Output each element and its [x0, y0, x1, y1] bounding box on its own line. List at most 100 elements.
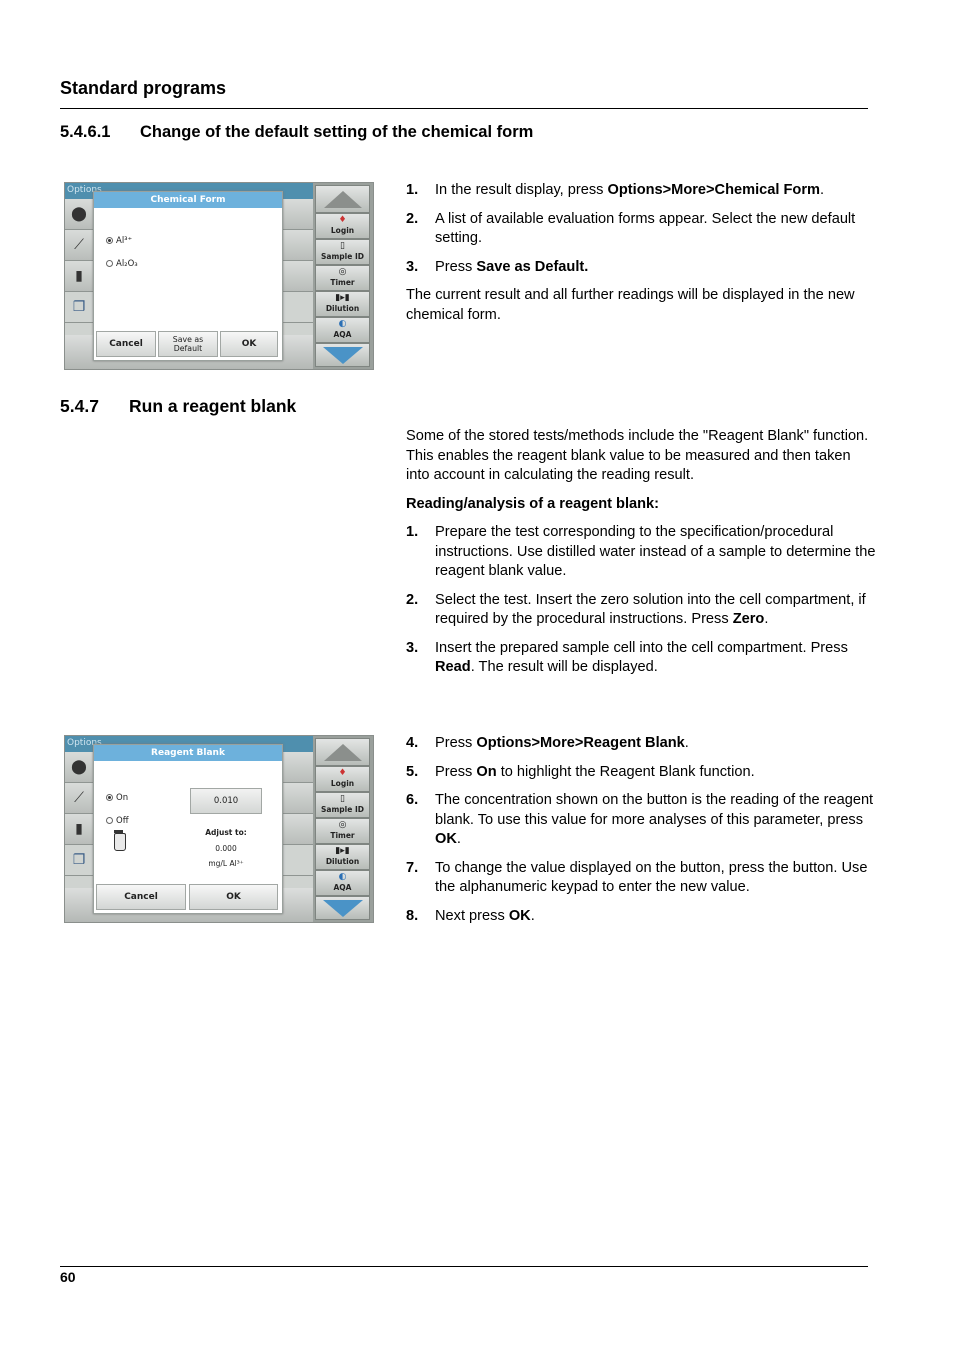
- step-text: The concentration shown on the button is…: [435, 792, 873, 847]
- person-icon: ♦: [338, 215, 347, 225]
- step-text: Insert the prepared sample cell into the…: [435, 640, 848, 676]
- header-rule: [60, 108, 868, 109]
- text-run: The concentration shown on the button is…: [435, 792, 874, 828]
- step-number: 1.: [406, 182, 419, 198]
- arrow-down-icon: [322, 347, 363, 364]
- aqa-icon: ◐: [338, 872, 347, 882]
- page-header-title: Standard programs: [60, 78, 227, 98]
- reagent-blank-value-button[interactable]: 0.010: [190, 788, 262, 814]
- section-heading-547: 5.4.7 Run a reagent blank: [60, 396, 296, 417]
- radio-al2o3[interactable]: Al₂O₃: [106, 259, 138, 269]
- radio-off[interactable]: Off: [106, 816, 129, 826]
- nav-login-button[interactable]: ♦ Login: [315, 766, 370, 792]
- nav-dilution-button[interactable]: ▮▸▮ Dilution: [315, 291, 370, 317]
- bold-text: On: [476, 763, 497, 780]
- nav-label: Timer: [330, 278, 355, 287]
- step-number: 4.: [406, 735, 419, 751]
- nav-label: Timer: [330, 831, 355, 840]
- text-run: To change the value displayed on the but…: [435, 859, 868, 896]
- cancel-button[interactable]: Cancel: [96, 331, 156, 357]
- text-run: Next press: [435, 907, 509, 924]
- note-paragraph: The current result and all further readi…: [406, 287, 855, 323]
- nav-aqa-button[interactable]: ◐ AQA: [315, 870, 370, 896]
- nav-timer-button[interactable]: ◎ Timer: [315, 265, 370, 291]
- list-item: 2. A list of available evaluation forms a…: [406, 210, 876, 249]
- radio-label: On: [116, 793, 129, 803]
- adjust-value: 0.000: [215, 844, 237, 853]
- ok-button[interactable]: OK: [189, 884, 278, 910]
- adjust-label: Adjust to:: [205, 828, 247, 837]
- button-label: Default: [173, 344, 203, 353]
- text-run: .: [684, 735, 689, 751]
- radio-on[interactable]: On: [106, 793, 128, 803]
- nav-label: Dilution: [325, 857, 360, 866]
- text-run: Press: [435, 735, 477, 751]
- scroll-up-button[interactable]: [315, 738, 370, 766]
- step-number: 5.: [406, 763, 419, 780]
- text-run: Prepare the test corresponding to the sp…: [435, 524, 876, 579]
- radio-unselected-icon: [106, 817, 113, 824]
- arrow-up-icon: [323, 191, 362, 208]
- list-item: 4. Press Options>More>Reagent Blank.: [406, 734, 876, 754]
- step-number: 6.: [406, 792, 419, 808]
- text-run: to highlight the Reagent Blank function.: [496, 763, 755, 780]
- step-number: 8.: [406, 907, 419, 924]
- device-nav: ♦ Login ▯ Sample ID ◎ Timer ▮▸▮ Dilution ◐ AQ…: [313, 183, 373, 369]
- bold-text: OK: [435, 831, 457, 847]
- bold-text: Options>More>Chemical Form: [607, 182, 820, 198]
- nav-aqa-button[interactable]: ◐ AQA: [315, 317, 370, 343]
- bold-text: Zero: [732, 611, 765, 627]
- nav-login-button[interactable]: ♦ Login: [315, 213, 370, 239]
- bold-text: Save as Default.: [476, 258, 589, 275]
- vial-icon: [114, 830, 126, 851]
- nav-label: Dilution: [325, 304, 360, 313]
- scroll-down-button[interactable]: [315, 343, 370, 367]
- sample-id-icon: ▯: [340, 794, 345, 804]
- section-title: Change of the default setting of the che…: [140, 123, 534, 141]
- aqa-icon: ◐: [338, 319, 347, 329]
- section-title: Run a reagent blank: [129, 396, 297, 416]
- steps-list-5461: 1. In the result display, press Options>M…: [406, 181, 876, 325]
- nav-sample-id-button[interactable]: ▯ Sample ID: [315, 239, 370, 265]
- text-run: .: [530, 907, 535, 924]
- step-text: Select the test. Insert the zero solutio…: [435, 592, 866, 628]
- cell-icon: ⬤: [71, 759, 87, 775]
- chemical-form-dialog: Chemical Form Al³⁺ Al₂O₃ Cancel Save as D…: [93, 191, 283, 361]
- nav-dilution-button[interactable]: ▮▸▮ Dilution: [315, 844, 370, 870]
- copy-icon: ❐: [72, 299, 86, 315]
- save-as-default-button[interactable]: Save as Default: [158, 331, 218, 357]
- step-number: 1.: [406, 524, 419, 540]
- step-text: In the result display, press Options>Mor…: [435, 182, 824, 198]
- bold-text: Read: [435, 659, 471, 675]
- nav-label: Login: [330, 779, 355, 788]
- text-run: .: [456, 831, 461, 847]
- text-run: . The result will be displayed.: [470, 659, 658, 675]
- graph-icon: ⟋: [74, 237, 84, 253]
- device-screenshot-reagent-blank: Options ⬤ ⟋ ▮ ❐ entp ♦Login ▯Sample ID ◎…: [64, 735, 374, 923]
- cancel-button[interactable]: Cancel: [96, 884, 186, 910]
- list-item: 1. Prepare the test corresponding to the …: [406, 523, 876, 582]
- ok-button[interactable]: OK: [220, 331, 278, 357]
- text-run: In the result display, press: [435, 182, 608, 198]
- arrow-down-icon: [322, 900, 363, 917]
- scroll-up-button[interactable]: [315, 185, 370, 213]
- step-text: Press Save as Default.: [435, 259, 588, 275]
- scroll-down-button[interactable]: [315, 896, 370, 920]
- footer-rule: [60, 1266, 868, 1267]
- text-run: Insert the prepared sample cell into the…: [435, 639, 848, 656]
- radio-selected-icon: [106, 794, 113, 801]
- section-heading-5461: 5.4.6.1 Change of the default setting of …: [60, 123, 533, 142]
- radio-al3[interactable]: Al³⁺: [106, 236, 132, 246]
- person-icon: ♦: [338, 768, 347, 778]
- list-item: 3. Insert the prepared sample cell into t…: [406, 639, 876, 678]
- timer-icon: ◎: [338, 820, 347, 830]
- timer-icon: ◎: [338, 267, 347, 277]
- dialog-title: Reagent Blank: [94, 745, 282, 761]
- radio-label: Al³⁺: [116, 236, 133, 246]
- step-number: 2.: [406, 210, 419, 227]
- steps-list-547a: Some of the stored tests/methods include…: [406, 427, 876, 687]
- steps-list-547b: 4. Press Options>More>Reagent Blank. 5. Pr…: [406, 734, 876, 935]
- radio-label: Off: [116, 816, 129, 826]
- nav-sample-id-button[interactable]: ▯ Sample ID: [315, 792, 370, 818]
- nav-timer-button[interactable]: ◎ Timer: [315, 818, 370, 844]
